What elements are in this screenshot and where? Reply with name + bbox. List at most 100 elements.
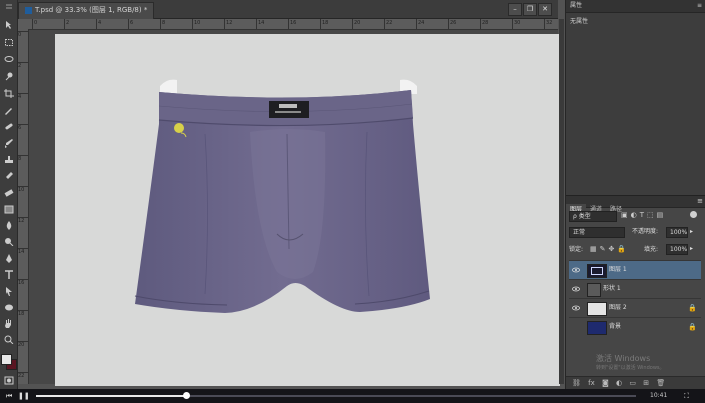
windows-activation-watermark: 激活 Windows 转到"设置"以激活 Windows。	[596, 354, 665, 371]
progress-handle[interactable]	[183, 392, 190, 399]
panel-collapse-icon[interactable]	[3, 3, 14, 12]
pixel-filter-icon[interactable]: ▣	[621, 211, 631, 219]
filter-toggle-icon[interactable]	[690, 211, 697, 218]
visibility-eye-icon[interactable]	[572, 304, 580, 312]
restore-button[interactable]: ❐	[523, 3, 537, 16]
lasso-tool-icon[interactable]	[3, 55, 14, 64]
new-layer-icon[interactable]: ⊞	[643, 379, 649, 387]
ruler-tick-label: 20	[352, 19, 360, 29]
layer-row[interactable]: 图层 2 🔒	[569, 298, 701, 317]
video-player-bar: ⏮ ❚❚ 10:41 ⛶	[0, 389, 705, 403]
opacity-label: 不透明度:	[632, 228, 659, 235]
crop-tool-icon[interactable]	[3, 89, 14, 98]
close-button[interactable]: ✕	[538, 3, 552, 16]
ruler-tick-label: 24	[416, 19, 424, 29]
layer-thumbnail	[587, 264, 607, 278]
add-mask-icon[interactable]: ◙	[602, 379, 609, 387]
lock-all-icon[interactable]: 🔒	[617, 245, 629, 253]
ruler-tick-label: 22	[18, 372, 28, 379]
fill-field[interactable]: 100%	[666, 244, 688, 255]
layer-name: 图层 1	[609, 266, 627, 273]
visibility-eye-icon[interactable]	[572, 266, 580, 274]
horizontal-ruler: 0 2 4 6 8 10 12 14 16 18 20 22 24 26 28 30 32	[18, 19, 558, 30]
layer-kind-filter[interactable]: ρ 类型	[569, 211, 617, 222]
quick-selection-tool-icon[interactable]	[3, 72, 14, 81]
layer-name: 背景	[609, 323, 622, 330]
play-pause-icon[interactable]: ❚❚	[18, 392, 30, 400]
ruler-tick-label: 26	[448, 19, 456, 29]
default-colors-icon[interactable]	[3, 348, 10, 363]
progress-fill	[36, 395, 186, 397]
shape-tool-icon[interactable]	[3, 303, 14, 312]
ruler-tick-label: 20	[18, 341, 28, 348]
delete-layer-icon[interactable]: 🗑	[656, 379, 665, 387]
ruler-tick-label: 32	[544, 19, 552, 29]
opacity-field[interactable]: 100%	[666, 227, 688, 238]
layer-row[interactable]: 形状 1	[569, 279, 701, 298]
boxer-shorts-image	[134, 79, 430, 313]
history-brush-tool-icon[interactable]	[3, 172, 14, 181]
previous-icon[interactable]: ⏮	[6, 392, 12, 400]
minimize-button[interactable]: –	[508, 3, 522, 16]
smart-object-filter-icon[interactable]: ▤	[657, 211, 667, 219]
tools-panel	[0, 0, 18, 389]
hand-tool-icon[interactable]	[3, 319, 14, 328]
ruler-tick-label: 2	[18, 62, 28, 69]
shape-filter-icon[interactable]: ⬚	[647, 211, 657, 219]
ruler-tick-label: 12	[224, 19, 232, 29]
quick-mask-icon[interactable]	[3, 376, 14, 385]
layers-panel-menu-icon[interactable]: ≡	[697, 196, 705, 207]
marquee-tool-icon[interactable]	[3, 38, 14, 47]
progress-bar[interactable]	[36, 392, 636, 399]
properties-content: 无属性	[570, 18, 589, 25]
new-group-icon[interactable]: ▭	[629, 379, 636, 387]
properties-panel-header[interactable]: 属性 ≡	[566, 0, 705, 13]
dodge-tool-icon[interactable]	[3, 237, 14, 246]
blend-mode-select[interactable]: 正常	[569, 227, 625, 238]
pen-tool-icon[interactable]	[3, 254, 14, 263]
blur-tool-icon[interactable]	[3, 221, 14, 230]
ruler-tick-label: 10	[18, 186, 28, 193]
layer-row[interactable]: 背景 🔒	[569, 317, 701, 336]
layers-panel: 图层 通道 路径 ≡ ρ 类型 ▣◐T⬚▤ 正常 不透明度: 100% ▸ 锁定: …	[566, 195, 705, 390]
lock-paint-icon[interactable]: ✎	[600, 245, 609, 253]
eraser-tool-icon[interactable]	[3, 188, 14, 197]
vertical-scrollbar[interactable]	[559, 19, 564, 384]
panel-menu-icon[interactable]: ≡	[697, 0, 705, 12]
ruler-tick-label: 4	[96, 19, 101, 29]
type-tool-icon[interactable]	[3, 270, 14, 279]
move-tool-icon[interactable]	[3, 20, 14, 29]
healing-brush-tool-icon[interactable]	[3, 122, 14, 131]
adjustment-layer-icon[interactable]: ◐	[616, 379, 622, 387]
clone-stamp-tool-icon[interactable]	[3, 156, 14, 165]
document-tab[interactable]: T.psd @ 33.3% (图层 1, RGB/8) *	[18, 2, 155, 19]
adjustment-filter-icon[interactable]: ◐	[631, 211, 640, 219]
layer-name: 形状 1	[603, 285, 621, 292]
path-selection-tool-icon[interactable]	[3, 287, 14, 296]
fullscreen-icon[interactable]: ⛶	[684, 391, 689, 401]
layer-name: 图层 2	[609, 304, 627, 311]
visibility-eye-icon[interactable]	[572, 285, 580, 293]
ruler-tick-label: 6	[128, 19, 133, 29]
lock-transparent-icon[interactable]: ▦	[590, 245, 600, 253]
ruler-tick-label: 18	[18, 310, 28, 317]
brush-tool-icon[interactable]	[3, 139, 14, 148]
lock-icons: ▦✎✥🔒	[590, 245, 629, 254]
ruler-tick-label: 14	[256, 19, 264, 29]
type-filter-icon[interactable]: T	[640, 211, 647, 219]
layer-style-icon[interactable]: fx	[588, 379, 595, 387]
eyedropper-tool-icon[interactable]	[3, 106, 14, 115]
ps-file-icon	[25, 6, 32, 14]
fill-dropdown-icon[interactable]: ▸	[690, 244, 693, 253]
document-canvas[interactable]	[55, 34, 560, 386]
link-layers-icon[interactable]: ⛓	[572, 379, 581, 387]
right-panel-dock: 属性 ≡ 无属性 图层 通道 路径 ≡ ρ 类型 ▣◐T⬚▤ 正常 不透明度: 10…	[565, 0, 705, 390]
opacity-dropdown-icon[interactable]: ▸	[690, 227, 693, 236]
ruler-tick-label: 22	[384, 19, 392, 29]
layer-row[interactable]: 图层 1	[569, 260, 701, 279]
gradient-tool-icon[interactable]	[3, 205, 14, 214]
zoom-tool-icon[interactable]	[3, 335, 14, 344]
ruler-tick-label: 4	[18, 93, 28, 100]
properties-tab[interactable]: 属性	[566, 2, 582, 9]
foreground-color-swatch[interactable]	[1, 354, 12, 365]
